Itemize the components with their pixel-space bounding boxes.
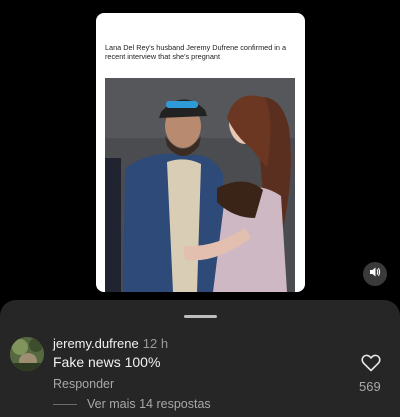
sound-toggle-button[interactable] — [363, 262, 387, 286]
comment-author[interactable]: jeremy.dufrene 12 h — [53, 336, 168, 351]
reply-button[interactable]: Responder — [53, 377, 114, 391]
replies-divider — [53, 404, 77, 405]
like-count: 569 — [359, 379, 381, 394]
post-photo[interactable] — [105, 78, 295, 292]
heart-icon — [361, 354, 381, 376]
sheet-drag-handle[interactable] — [184, 315, 217, 318]
post-card[interactable]: Lana Del Rey's husband Jeremy Dufrene co… — [96, 13, 305, 292]
username[interactable]: jeremy.dufrene — [53, 336, 139, 351]
like-button[interactable] — [361, 354, 381, 372]
avatar[interactable] — [10, 337, 44, 371]
post-caption: Lana Del Rey's husband Jeremy Dufrene co… — [105, 43, 287, 61]
comments-sheet: jeremy.dufrene 12 h Fake news 100% Respon… — [0, 300, 400, 417]
speaker-icon — [369, 265, 381, 283]
comment-text: Fake news 100% — [53, 354, 161, 370]
comment-timestamp: 12 h — [142, 336, 169, 351]
view-replies-button[interactable]: Ver mais 14 respostas — [87, 397, 211, 411]
